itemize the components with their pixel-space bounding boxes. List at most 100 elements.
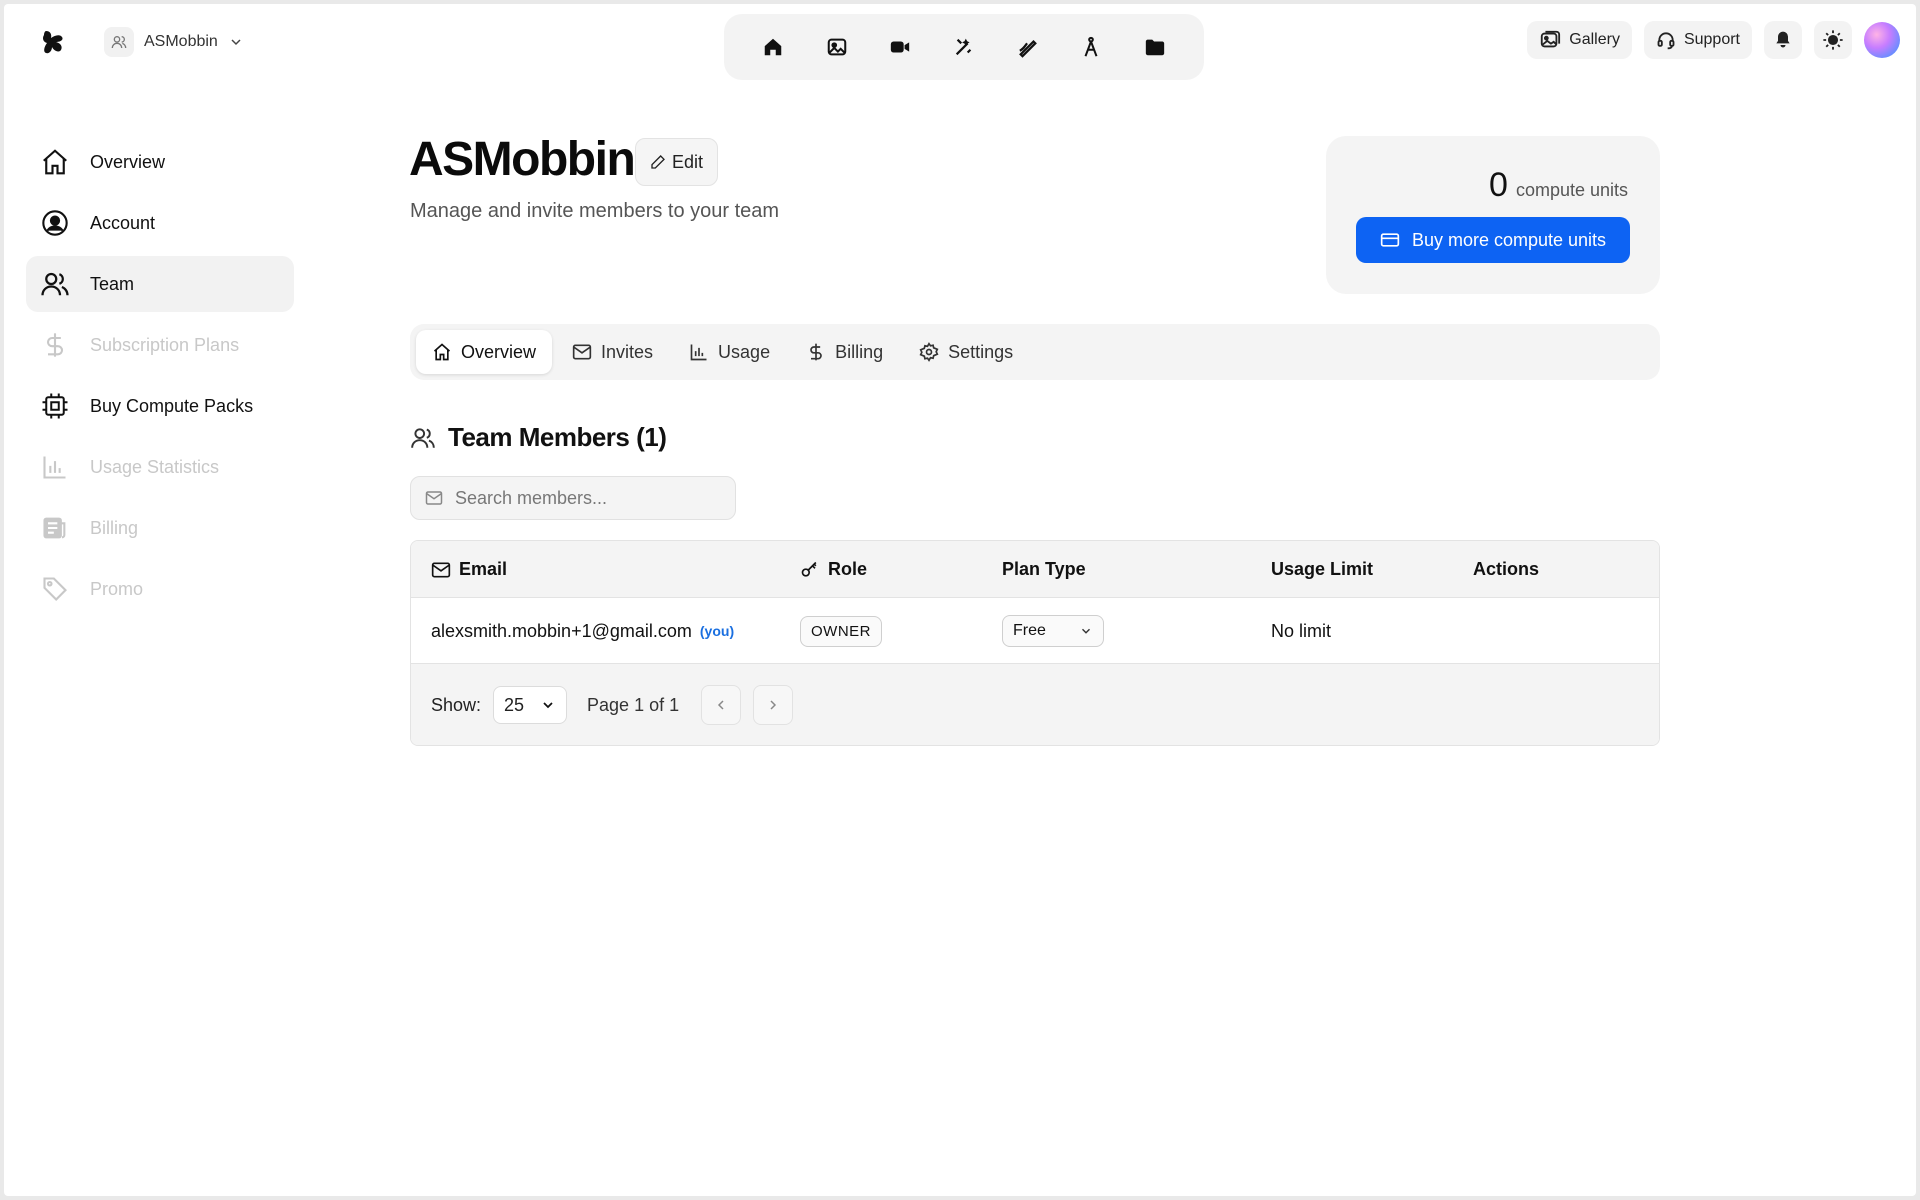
sun-icon <box>1822 29 1844 51</box>
support-button[interactable]: Support <box>1643 21 1752 59</box>
home-icon <box>432 342 452 362</box>
key-icon <box>800 560 820 580</box>
column-actions-label: Actions <box>1473 559 1540 579</box>
buy-compute-units-button[interactable]: Buy more compute units <box>1356 217 1630 263</box>
video-tool-button[interactable] <box>879 26 921 68</box>
member-search <box>410 476 736 520</box>
member-limit-cell: No limit <box>1271 598 1331 664</box>
tab-settings[interactable]: Settings <box>903 330 1029 374</box>
support-label: Support <box>1683 31 1740 48</box>
sidebar-item-usage-statistics: Usage Statistics <box>26 439 294 495</box>
home-tool-button[interactable] <box>752 26 794 68</box>
dollar-icon <box>40 330 70 360</box>
app-logo-icon[interactable] <box>40 28 68 56</box>
theme-toggle-button[interactable] <box>1814 21 1852 59</box>
image-tool-button[interactable] <box>816 26 858 68</box>
cpu-icon <box>40 391 70 421</box>
tab-label: Usage <box>718 341 771 362</box>
sidebar-item-account[interactable]: Account <box>26 195 294 251</box>
team-members-heading: Team Members (1) <box>410 422 667 453</box>
buy-compute-units-label: Buy more compute units <box>1411 229 1607 250</box>
page-indicator: Page 1 of 1 <box>587 694 680 715</box>
sidebar-item-label: Subscription Plans <box>90 334 240 355</box>
bar-chart-icon <box>40 452 70 482</box>
workspace-switcher[interactable]: ASMobbin <box>104 24 244 60</box>
plan-type-value: Free <box>1013 622 1046 639</box>
headset-icon <box>1656 30 1676 50</box>
team-members-title: Team Members (1) <box>448 422 667 452</box>
sidebar-item-label: Usage Statistics <box>90 456 220 477</box>
magic-wand-icon <box>953 36 975 58</box>
edit-label: Edit <box>672 151 704 172</box>
user-circle-icon <box>40 208 70 238</box>
compute-units-card: 0 compute units Buy more compute units <box>1326 136 1660 294</box>
page-size-value: 25 <box>504 694 525 715</box>
image-icon <box>826 36 848 58</box>
app-window: ASMobbin Gallery Support Overview Accoun… <box>4 4 1916 1196</box>
top-right-controls: Gallery Support <box>1527 20 1900 60</box>
column-role-label: Role <box>828 559 868 579</box>
workspace-user-icon <box>104 27 134 57</box>
tab-label: Invites <box>601 341 654 362</box>
home-icon <box>40 147 70 177</box>
compass-tool-button[interactable] <box>1070 26 1112 68</box>
sidebar-item-subscription-plans: Subscription Plans <box>26 317 294 373</box>
show-label: Show: <box>431 694 482 715</box>
chevron-down-icon <box>228 34 244 50</box>
column-actions: Actions <box>1473 541 1539 598</box>
sidebar-item-label: Overview <box>90 151 166 172</box>
sidebar-item-label: Team <box>90 273 135 294</box>
previous-page-button[interactable] <box>701 685 742 725</box>
role-badge: OWNER <box>800 615 882 647</box>
column-plan-label: Plan Type <box>1002 559 1086 579</box>
member-email-cell: alexsmith.mobbin+1@gmail.com (you) <box>431 598 734 664</box>
home-icon <box>762 36 784 58</box>
usage-limit-value: No limit <box>1271 620 1332 641</box>
plan-type-select[interactable]: Free <box>1002 615 1104 647</box>
users-icon <box>40 269 70 299</box>
tab-billing[interactable]: Billing <box>790 330 899 374</box>
gallery-icon <box>1539 29 1561 51</box>
mail-icon <box>431 560 451 580</box>
receipt-icon <box>40 513 70 543</box>
mail-icon <box>572 342 592 362</box>
bell-icon <box>1773 30 1793 50</box>
pen-tool-button[interactable] <box>1007 26 1049 68</box>
table-pagination: Show: 25 Page 1 of 1 <box>411 664 1659 745</box>
page-title: ASMobbin <box>409 133 636 186</box>
folder-tool-button[interactable] <box>1134 26 1176 68</box>
gallery-label: Gallery <box>1569 31 1620 48</box>
chevron-down-icon <box>1079 624 1093 638</box>
sidebar-item-buy-compute-packs[interactable]: Buy Compute Packs <box>26 378 294 434</box>
chevron-down-icon <box>540 697 556 713</box>
tab-usage[interactable]: Usage <box>673 330 786 374</box>
table-header: Email Role Plan Type Usage Limit Actions <box>411 541 1659 598</box>
workspace-name: ASMobbin <box>144 33 218 50</box>
video-icon <box>889 36 911 58</box>
sidebar-item-label: Buy Compute Packs <box>90 395 254 416</box>
sidebar-item-team[interactable]: Team <box>26 256 294 312</box>
team-members-table: Email Role Plan Type Usage Limit Actions… <box>410 540 1660 746</box>
search-members-input[interactable] <box>455 487 715 509</box>
next-page-button[interactable] <box>753 685 794 725</box>
tab-overview[interactable]: Overview <box>416 330 553 374</box>
compute-units-label: compute units <box>1515 180 1628 200</box>
edit-team-name-button[interactable]: Edit <box>635 138 719 186</box>
mail-icon <box>425 489 443 507</box>
gallery-button[interactable]: Gallery <box>1527 21 1632 59</box>
user-avatar[interactable] <box>1864 22 1900 58</box>
table-row: alexsmith.mobbin+1@gmail.com (you) OWNER… <box>411 598 1659 664</box>
compute-units-balance: 0 compute units <box>1489 166 1628 205</box>
bar-chart-icon <box>689 342 709 362</box>
magic-wand-tool-button[interactable] <box>943 26 985 68</box>
tool-bar <box>724 14 1204 80</box>
sidebar-item-overview[interactable]: Overview <box>26 134 294 190</box>
notifications-button[interactable] <box>1764 21 1802 59</box>
column-email: Email <box>431 541 507 598</box>
pencil-icon <box>650 154 666 170</box>
tab-invites[interactable]: Invites <box>556 330 669 374</box>
page-size-select[interactable]: 25 <box>493 686 568 724</box>
column-email-label: Email <box>459 559 508 579</box>
member-email: alexsmith.mobbin+1@gmail.com <box>431 620 692 641</box>
tab-label: Billing <box>835 341 884 362</box>
